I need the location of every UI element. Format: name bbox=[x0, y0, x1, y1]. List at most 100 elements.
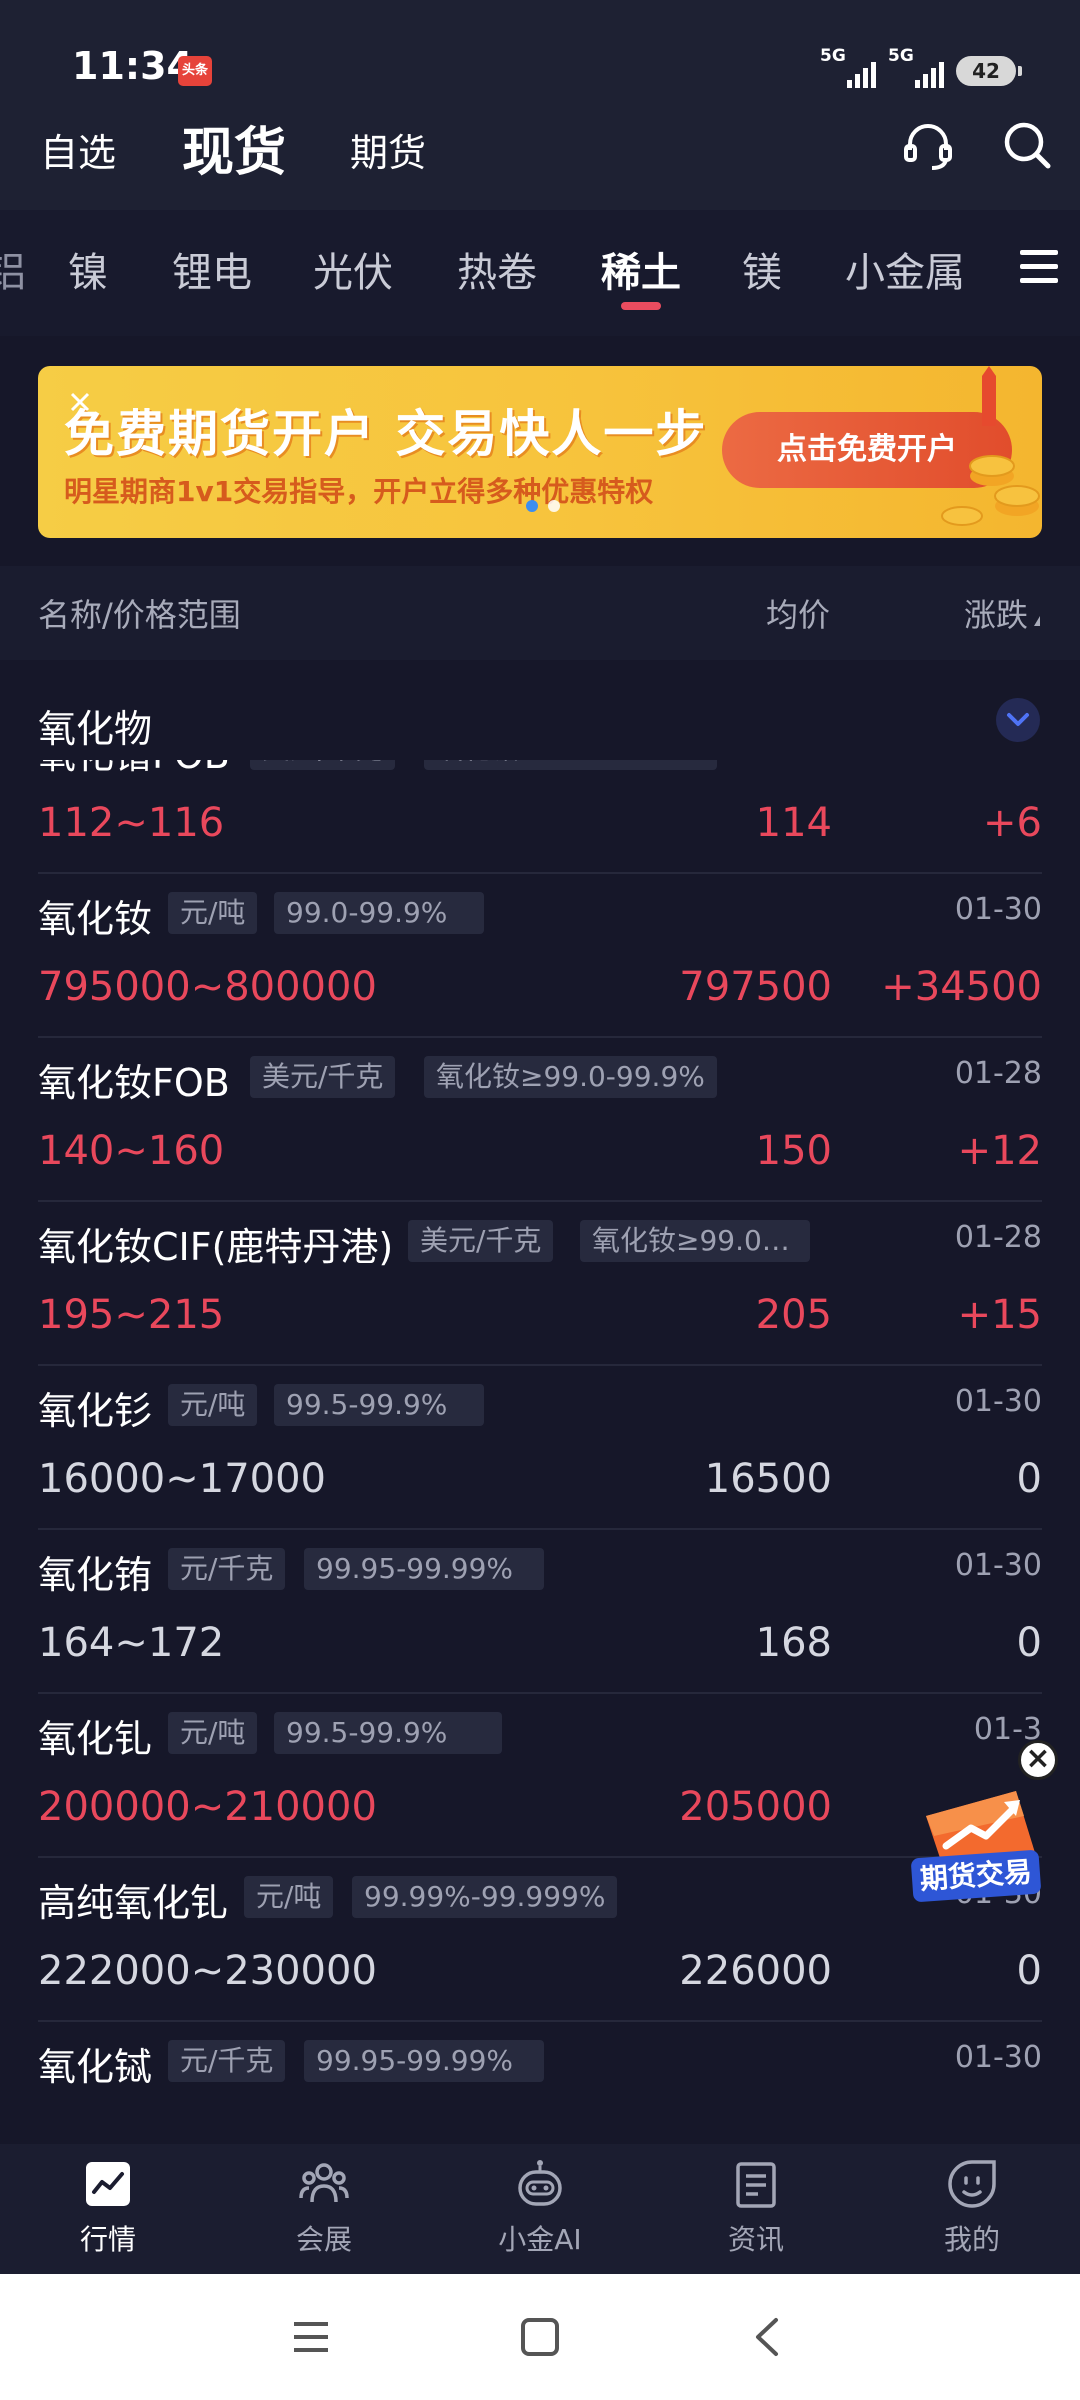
item-unit-tag: 元/吨 bbox=[244, 1876, 334, 1918]
item-date: 01-28 bbox=[954, 1220, 1042, 1255]
item-unit-tag: 元/吨 bbox=[168, 892, 258, 934]
item-unit-tag: 元/吨 bbox=[168, 1712, 258, 1754]
group-header[interactable]: 氧化物 bbox=[0, 672, 1080, 772]
sort-icon bbox=[1034, 616, 1040, 626]
list-item[interactable]: 氧化铕 元/千克 99.95-99.99% 01-30 164~172 168 … bbox=[38, 1530, 1042, 1694]
news-icon bbox=[736, 2162, 776, 2208]
item-name: 氧化镨FOB bbox=[38, 760, 230, 779]
nav-ai[interactable]: 小金AI bbox=[470, 2156, 610, 2258]
list-item[interactable]: 氧化镨FOB 美元/千克 氧化镨≥99.0-99.9% 01-28 112~11… bbox=[38, 760, 1042, 874]
item-unit-tag: 元/吨 bbox=[168, 1384, 258, 1426]
item-range: 222000~230000 bbox=[38, 1948, 377, 1994]
tab-spot[interactable]: 现货 bbox=[182, 110, 286, 185]
back-icon[interactable] bbox=[744, 2312, 794, 2362]
list-item[interactable]: 氧化钕CIF(鹿特丹港) 美元/千克 氧化钕≥99.0… 01-28 195~2… bbox=[38, 1202, 1042, 1366]
promo-banner[interactable]: 免费期货开户 交易快人一步 明星期商1v1交易指导，开户立得多种优惠特权 点击免… bbox=[38, 366, 1042, 538]
list-item[interactable]: 氧化铽 元/千克 99.95-99.99% 01-30 bbox=[38, 2022, 1042, 2144]
tab-futures[interactable]: 期货 bbox=[350, 122, 426, 177]
nav-exhibition-label: 会展 bbox=[295, 2223, 352, 2256]
item-name: 高纯氧化钆 bbox=[38, 1881, 229, 1925]
item-spec-tag: 99.95-99.99% bbox=[304, 1548, 544, 1590]
list-item[interactable]: 氧化钕 元/吨 99.0-99.9% 01-30 795000~800000 7… bbox=[38, 874, 1042, 1038]
list-item[interactable]: 氧化钆 元/吨 99.5-99.9% 01-3 200000~210000 20… bbox=[38, 1694, 1042, 1858]
item-date: 01-30 bbox=[954, 2040, 1042, 2075]
category-minor-metals[interactable]: 小金属 bbox=[845, 240, 965, 298]
coins-decoration-icon bbox=[941, 366, 1040, 526]
category-magnesium[interactable]: 镁 bbox=[742, 240, 782, 298]
column-change[interactable]: 涨跌 bbox=[964, 590, 1040, 636]
list-item[interactable]: 高纯氧化钆 元/吨 99.99%-99.999% 01-30 222000~23… bbox=[38, 1858, 1042, 2022]
item-name: 氧化钐 bbox=[38, 1389, 153, 1433]
home-icon[interactable] bbox=[515, 2312, 565, 2362]
nav-profile[interactable]: 我的 bbox=[902, 2156, 1042, 2258]
market-chart-icon bbox=[86, 2162, 130, 2206]
customer-service-icon[interactable] bbox=[898, 116, 958, 176]
battery-icon: 42 bbox=[956, 56, 1022, 86]
carousel-dots bbox=[526, 500, 560, 512]
nav-market[interactable]: 行情 bbox=[38, 2156, 178, 2258]
item-range: 112~116 bbox=[38, 800, 225, 846]
tab-watchlist[interactable]: 自选 bbox=[40, 122, 116, 177]
category-lithium[interactable]: 锂电 bbox=[172, 240, 252, 298]
search-icon[interactable] bbox=[998, 116, 1058, 176]
signal-icon-2: 5G bbox=[888, 46, 944, 90]
item-date: 01-28 bbox=[955, 760, 1042, 763]
item-range: 195~215 bbox=[38, 1292, 225, 1338]
float-close-icon[interactable]: × bbox=[1018, 1740, 1058, 1780]
item-name: 氧化钕CIF(鹿特丹港) bbox=[38, 1225, 394, 1269]
nav-exhibition[interactable]: 会展 bbox=[254, 2156, 394, 2258]
status-bar: 11:34 头条 5G 5G 42 bbox=[0, 0, 1080, 110]
list-item[interactable]: 氧化钐 元/吨 99.5-99.9% 01-30 16000~17000 165… bbox=[38, 1366, 1042, 1530]
category-nickel[interactable]: 镍 bbox=[68, 240, 108, 298]
signal-icon: 5G bbox=[820, 46, 876, 90]
category-photovoltaic[interactable]: 光伏 bbox=[313, 240, 393, 298]
category-partial[interactable]: 铝 bbox=[0, 240, 26, 298]
item-unit-tag: 美元/千克 bbox=[408, 1220, 554, 1262]
item-name: 氧化铕 bbox=[38, 1553, 153, 1597]
item-spec-tag: 99.95-99.99% bbox=[304, 2040, 544, 2082]
banner-title: 免费期货开户 交易快人一步 bbox=[64, 405, 708, 463]
bottom-nav: 行情 会展 小金AI 资讯 我的 bbox=[0, 2144, 1080, 2274]
item-avg: 205000 bbox=[679, 1784, 832, 1830]
menu-icon[interactable] bbox=[1020, 250, 1060, 290]
top-header: 自选 现货 期货 bbox=[0, 110, 1080, 210]
item-range: 140~160 bbox=[38, 1128, 225, 1174]
list-item[interactable]: 氧化钕FOB 美元/千克 氧化钕≥99.0-99.9% 01-28 140~16… bbox=[38, 1038, 1042, 1202]
news-app-icon: 头条 bbox=[178, 56, 212, 86]
item-change: +15 bbox=[957, 1292, 1042, 1338]
item-name: 氧化钆 bbox=[38, 1717, 153, 1761]
status-time: 11:34 bbox=[72, 44, 193, 88]
nav-profile-label: 我的 bbox=[943, 2223, 1000, 2256]
price-list: 氧化镨FOB 美元/千克 氧化镨≥99.0-99.9% 01-28 112~11… bbox=[0, 760, 1080, 2144]
item-unit-tag: 元/千克 bbox=[168, 2040, 286, 2082]
item-range: 795000~800000 bbox=[38, 964, 377, 1010]
profile-icon bbox=[948, 2160, 996, 2208]
banner-subtitle: 明星期商1v1交易指导，开户立得多种优惠特权 bbox=[64, 475, 654, 508]
item-unit-tag: 元/千克 bbox=[168, 1548, 286, 1590]
group-title: 氧化物 bbox=[38, 707, 153, 751]
recent-apps-icon[interactable] bbox=[286, 2312, 336, 2362]
item-spec-tag: 氧化镨≥99.0-99.9% bbox=[424, 760, 717, 770]
item-spec-tag: 99.99%-99.999% bbox=[352, 1876, 618, 1918]
item-avg: 150 bbox=[755, 1128, 832, 1174]
item-change: 0 bbox=[1016, 1456, 1042, 1502]
system-nav-bar bbox=[0, 2274, 1080, 2400]
nav-news-label: 资讯 bbox=[727, 2223, 784, 2256]
item-change: 0 bbox=[1016, 1948, 1042, 1994]
nav-news[interactable]: 资讯 bbox=[686, 2156, 826, 2258]
item-range: 200000~210000 bbox=[38, 1784, 377, 1830]
column-avg: 均价 bbox=[765, 596, 830, 634]
category-tabs: 铝 镍 锂电 光伏 热卷 稀土 镁 小金属 bbox=[0, 210, 1080, 336]
chevron-down-icon[interactable] bbox=[996, 698, 1040, 742]
status-indicators: 5G 5G 42 bbox=[820, 46, 1022, 90]
item-name: 氧化钕 bbox=[38, 897, 153, 941]
item-avg: 226000 bbox=[679, 1948, 832, 1994]
futures-trade-float-label[interactable]: 期货交易 bbox=[910, 1849, 1042, 1903]
item-range: 16000~17000 bbox=[38, 1456, 327, 1502]
column-change-label: 涨跌 bbox=[963, 596, 1028, 634]
item-name: 氧化铽 bbox=[38, 2045, 153, 2089]
category-hot-rolled[interactable]: 热卷 bbox=[457, 240, 537, 298]
people-icon bbox=[299, 2163, 349, 2203]
item-avg: 114 bbox=[755, 800, 832, 846]
category-rare-earth[interactable]: 稀土 bbox=[601, 240, 681, 298]
